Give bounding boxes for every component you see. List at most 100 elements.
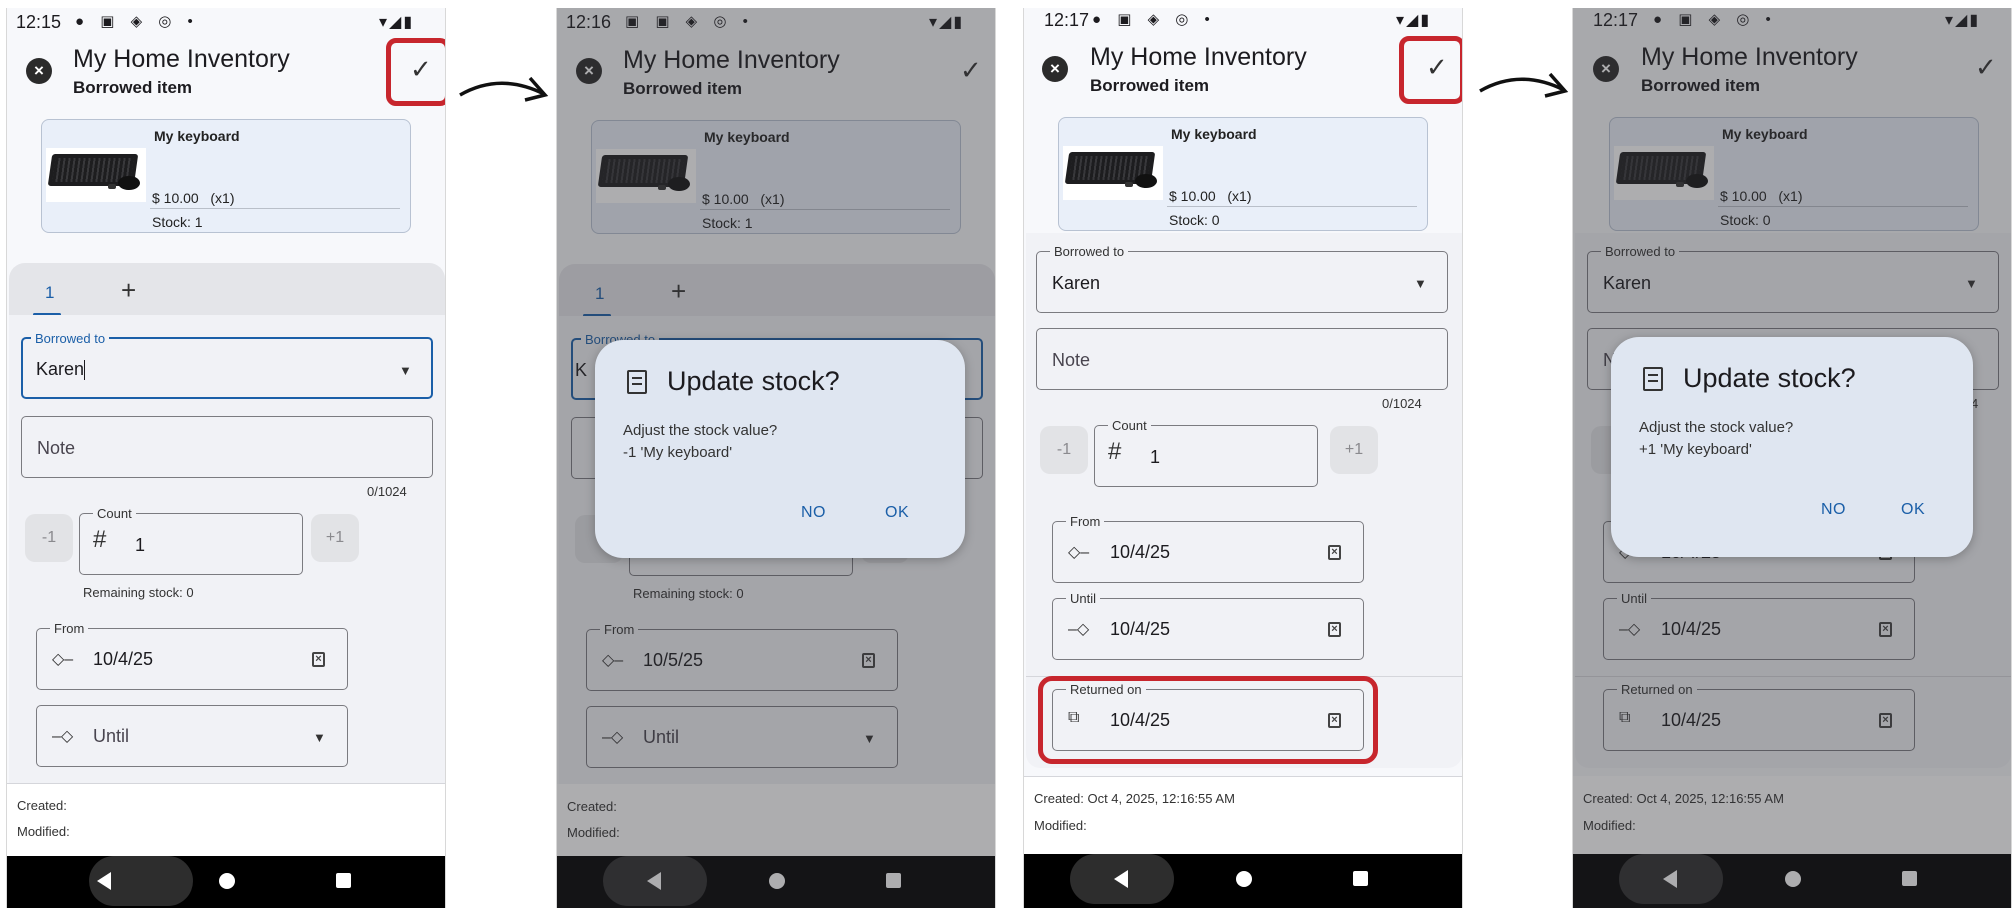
- until-field[interactable]: [1052, 598, 1364, 660]
- note-field[interactable]: [1036, 328, 1448, 390]
- clear-date-icon[interactable]: ×: [1328, 622, 1341, 637]
- remaining-stock: Remaining stock: 0: [83, 585, 194, 600]
- clear-date-icon[interactable]: ×: [312, 652, 325, 667]
- add-tab-icon[interactable]: +: [121, 275, 136, 306]
- status-icons: ● ▣ ◈ ◎ •: [75, 13, 199, 30]
- home-icon[interactable]: [219, 873, 235, 889]
- diamond-left-icon: ◇–: [1068, 544, 1090, 561]
- item-price: $ 10.00 (x1): [152, 190, 235, 206]
- dialog-ok-button[interactable]: OK: [885, 504, 909, 522]
- app-title: My Home Inventory: [1090, 43, 1307, 71]
- highlight-box: [1038, 676, 1378, 764]
- recents-icon[interactable]: [1353, 871, 1368, 886]
- count-field[interactable]: [1094, 425, 1318, 487]
- highlight-box: [386, 38, 445, 106]
- count-increment-button[interactable]: +1: [311, 514, 359, 562]
- note-counter: 0/1024: [1382, 396, 1422, 411]
- count-label: Count: [93, 507, 136, 521]
- diamond-left-icon: ◇–: [52, 651, 74, 668]
- item-stock: Stock: 0: [1169, 212, 1220, 228]
- count-value: 1: [135, 535, 146, 555]
- borrowed-to-label: Borrowed to: [1050, 245, 1129, 259]
- from-label: From: [50, 622, 89, 636]
- footer: [1024, 776, 1462, 854]
- caret-down-icon[interactable]: ▼: [399, 363, 412, 378]
- screen-3: 12:17 ● ▣ ◈ ◎ • ▾◢▮ × My Home Inventory …: [1023, 8, 1463, 908]
- clear-date-icon[interactable]: ×: [1328, 545, 1341, 560]
- borrowed-to-value: Karen: [36, 359, 86, 381]
- diamond-right-icon: –◇: [1068, 621, 1090, 638]
- from-label: From: [1066, 515, 1105, 529]
- home-icon[interactable]: [1236, 871, 1252, 887]
- tabs-bar: 1 +: [9, 263, 445, 316]
- status-battery: ▾◢▮: [1396, 12, 1432, 29]
- footer-divider: [7, 783, 445, 784]
- screen-1: 12:15 ● ▣ ◈ ◎ • ▾◢▮ × My Home Inventory …: [6, 8, 446, 908]
- dialog-message: Adjust the stock value? +1 'My keyboard': [1639, 419, 1794, 458]
- from-field[interactable]: [1052, 521, 1364, 583]
- from-field[interactable]: [36, 628, 348, 690]
- card-divider: [150, 208, 400, 209]
- item-stock: Stock: 1: [152, 214, 203, 230]
- modified-text: Modified:: [17, 824, 70, 839]
- from-date: 10/4/25: [93, 649, 154, 669]
- item-image: [46, 148, 146, 202]
- dialog-no-button[interactable]: NO: [1821, 501, 1846, 519]
- until-label: Until: [1066, 592, 1101, 606]
- hash-icon: #: [1108, 438, 1122, 465]
- diamond-right-icon: –◇: [52, 728, 74, 745]
- footer: [7, 783, 445, 856]
- dialog-no-button[interactable]: NO: [801, 504, 826, 522]
- app-subtitle: Borrowed item: [1090, 76, 1210, 95]
- tab-1[interactable]: 1: [45, 283, 54, 303]
- nav-bar: [7, 856, 445, 908]
- count-increment-button[interactable]: +1: [1330, 426, 1378, 474]
- note-placeholder: Note: [37, 438, 76, 458]
- inventory-icon: [627, 370, 647, 394]
- dialog-ok-button[interactable]: OK: [1901, 501, 1925, 519]
- count-value: 1: [1150, 447, 1161, 467]
- close-icon[interactable]: ×: [26, 58, 52, 84]
- back-icon[interactable]: [97, 872, 111, 890]
- borrowed-to-label: Borrowed to: [31, 332, 110, 346]
- until-field[interactable]: [36, 705, 348, 767]
- card-divider: [1167, 206, 1417, 207]
- status-time: 12:17: [1044, 10, 1090, 30]
- item-card[interactable]: My keyboard $ 10.00 (x1) Stock: 0: [1058, 117, 1428, 231]
- footer-divider: [1024, 776, 1462, 777]
- app-title: My Home Inventory: [73, 45, 290, 73]
- recents-icon[interactable]: [336, 873, 351, 888]
- borrowed-to-value: Karen: [1052, 273, 1101, 293]
- status-battery: ▾◢▮: [379, 14, 415, 31]
- dialog-message: Adjust the stock value? -1 'My keyboard': [623, 422, 778, 461]
- update-stock-dialog: Update stock? Adjust the stock value? +1 …: [1611, 337, 1973, 557]
- from-date: 10/4/25: [1110, 542, 1171, 562]
- modified-text: Modified:: [1034, 818, 1087, 833]
- count-decrement-button[interactable]: -1: [1040, 426, 1088, 474]
- item-image: [1063, 146, 1163, 200]
- item-card[interactable]: My keyboard $ 10.00 (x1) Stock: 1: [41, 119, 411, 233]
- created-text: Created: Oct 4, 2025, 12:16:55 AM: [1034, 791, 1235, 806]
- inventory-icon: [1643, 367, 1663, 391]
- dialog-title: Update stock?: [667, 366, 840, 396]
- caret-down-icon[interactable]: ▼: [313, 730, 326, 745]
- count-field[interactable]: [79, 513, 303, 575]
- count-decrement-button[interactable]: -1: [25, 514, 73, 562]
- status-time: 12:15: [16, 12, 62, 32]
- note-field[interactable]: [21, 416, 433, 478]
- note-counter: 0/1024: [367, 484, 407, 499]
- back-icon[interactable]: [1114, 870, 1128, 888]
- note-placeholder: Note: [1052, 350, 1091, 370]
- item-name: My keyboard: [154, 128, 240, 144]
- item-name: My keyboard: [1171, 126, 1257, 142]
- count-label: Count: [1108, 419, 1151, 433]
- screen-4: 12:17 ● ▣ ◈ ◎ • ▾◢▮ × My Home Inventory …: [1572, 8, 2012, 908]
- dialog-title: Update stock?: [1683, 363, 1856, 393]
- hash-icon: #: [93, 526, 107, 553]
- highlight-box: [1399, 36, 1462, 104]
- created-text: Created:: [17, 798, 67, 813]
- status-icons: ● ▣ ◈ ◎ •: [1092, 11, 1216, 28]
- caret-down-icon[interactable]: ▼: [1414, 276, 1427, 291]
- close-icon[interactable]: ×: [1042, 56, 1068, 82]
- nav-bar: [1024, 854, 1462, 908]
